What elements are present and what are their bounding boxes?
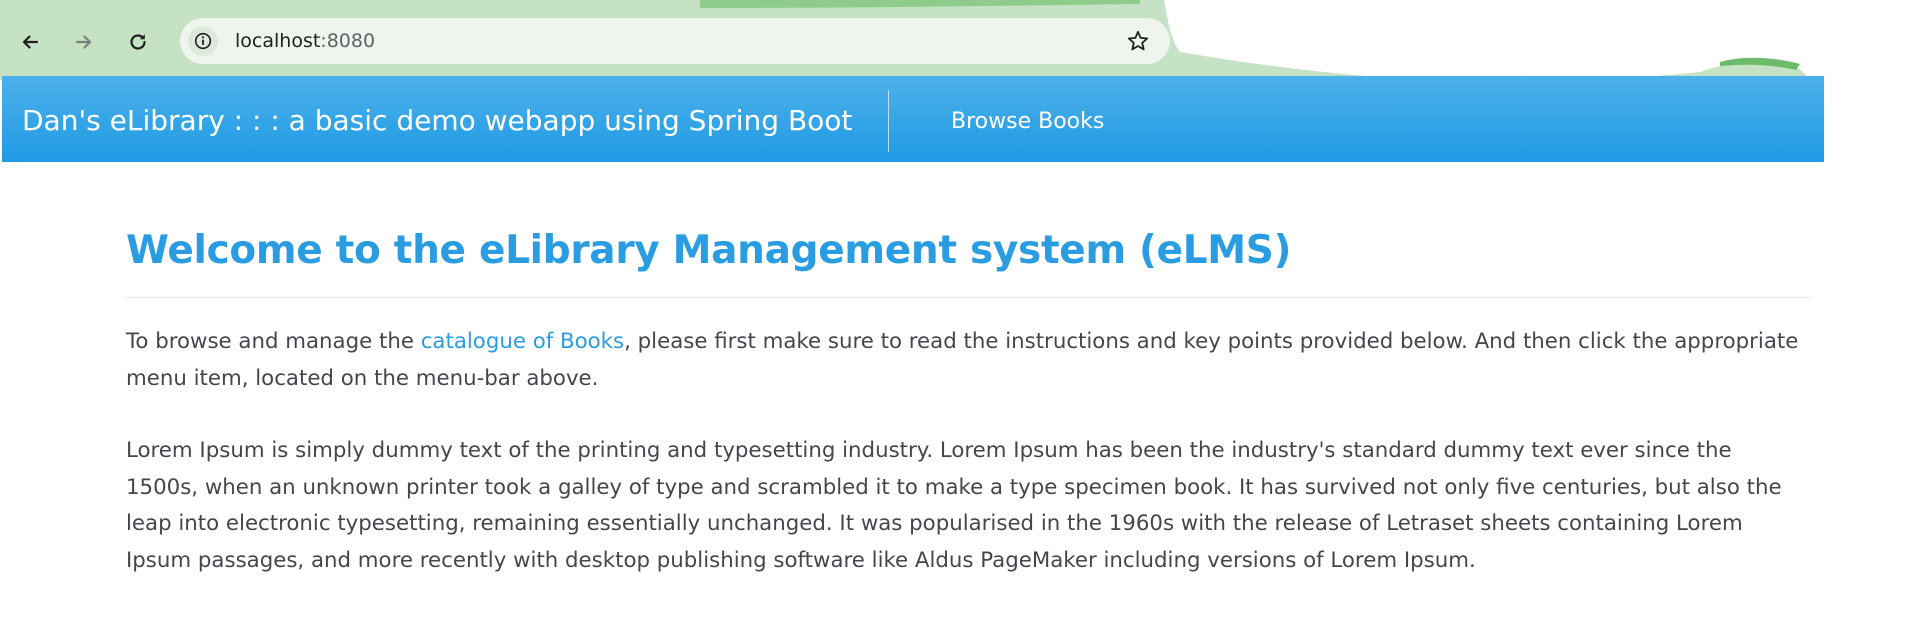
navbar-divider bbox=[888, 90, 889, 152]
body-paragraph: Lorem Ipsum is simply dummy text of the … bbox=[126, 438, 1782, 573]
info-icon bbox=[194, 32, 212, 50]
bookmark-button[interactable] bbox=[1124, 27, 1152, 55]
app-navbar: Dan's eLibrary : : : a basic demo webapp… bbox=[2, 76, 1824, 162]
star-icon bbox=[1127, 30, 1149, 51]
catalogue-link[interactable]: catalogue of Books bbox=[421, 329, 624, 354]
nav-link-browse-books[interactable]: Browse Books bbox=[951, 76, 1104, 168]
url-host: localhost bbox=[235, 30, 321, 52]
title-divider bbox=[126, 297, 1810, 298]
site-info-button[interactable] bbox=[188, 26, 218, 56]
reload-button[interactable] bbox=[120, 24, 156, 60]
address-bar[interactable]: localhost:8080 bbox=[180, 18, 1170, 64]
intro-text-before: To browse and manage the bbox=[126, 329, 421, 354]
url-port: :8080 bbox=[320, 30, 376, 52]
back-button[interactable] bbox=[12, 24, 48, 60]
navbar-brand[interactable]: Dan's eLibrary : : : a basic demo webapp… bbox=[22, 76, 852, 166]
arrow-left-icon bbox=[22, 35, 39, 49]
main-content: Welcome to the eLibrary Management syste… bbox=[126, 218, 1810, 579]
intro-paragraph: To browse and manage the catalogue of Bo… bbox=[126, 324, 1810, 397]
forward-button[interactable] bbox=[66, 24, 102, 60]
url-text: localhost:8080 bbox=[235, 18, 375, 64]
page-title: Welcome to the eLibrary Management syste… bbox=[126, 228, 1292, 273]
arrow-right-icon bbox=[75, 35, 92, 49]
reload-icon bbox=[130, 34, 146, 50]
